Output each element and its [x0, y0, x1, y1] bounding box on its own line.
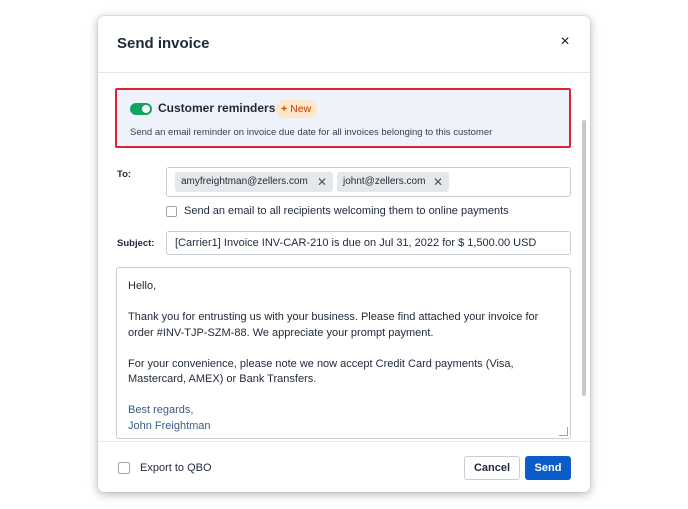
export-to-qbo-label: Export to QBO — [140, 462, 212, 474]
message-signoff: Best regards, John Freightman — [128, 403, 559, 434]
customer-reminders-title: Customer reminders — [158, 101, 276, 115]
recipient-chip: amyfreightman@zellers.com ✕ — [175, 172, 333, 192]
recipient-chip: johnt@zellers.com ✕ — [337, 172, 449, 192]
message-greeting: Hello, — [128, 280, 157, 292]
dialog-footer: Export to QBO Cancel Send — [98, 441, 590, 492]
sparkle-icon: + — [281, 103, 288, 115]
toggle-knob — [142, 105, 150, 113]
message-paragraph: Thank you for entrusting us with your bu… — [128, 311, 539, 339]
remove-recipient-icon[interactable]: ✕ — [433, 172, 443, 192]
subject-label: Subject: — [117, 238, 155, 249]
recipient-email: johnt@zellers.com — [343, 176, 426, 187]
to-label: To: — [117, 169, 132, 180]
to-recipients-field[interactable]: amyfreightman@zellers.com ✕ johnt@zeller… — [166, 167, 571, 197]
export-to-qbo-checkbox[interactable] — [118, 462, 130, 474]
customer-reminders-panel: Customer reminders + New Send an email re… — [115, 88, 571, 148]
resize-grip-icon[interactable] — [559, 427, 568, 436]
signoff-text: Best regards, — [128, 404, 194, 416]
send-button[interactable]: Send — [525, 456, 571, 480]
dialog-header: Send invoice × — [98, 16, 590, 73]
welcome-email-checkbox[interactable] — [166, 206, 177, 217]
new-badge-label: New — [290, 103, 312, 115]
subject-input[interactable]: [Carrier1] Invoice INV-CAR-210 is due on… — [166, 231, 571, 255]
customer-reminders-toggle[interactable] — [130, 103, 152, 115]
close-icon[interactable]: × — [555, 32, 575, 52]
new-badge: + New — [276, 100, 318, 118]
scrollbar-thumb[interactable] — [582, 120, 586, 396]
remove-recipient-icon[interactable]: ✕ — [317, 172, 327, 192]
cancel-button[interactable]: Cancel — [464, 456, 520, 480]
dialog-title: Send invoice — [117, 35, 210, 52]
recipient-email: amyfreightman@zellers.com — [181, 176, 308, 187]
message-textarea[interactable]: Hello, Thank you for entrusting us with … — [116, 267, 571, 439]
customer-reminders-description: Send an email reminder on invoice due da… — [130, 127, 493, 138]
message-paragraph: For your convenience, please note we now… — [128, 357, 514, 386]
signature-text: John Freightman — [128, 419, 211, 432]
welcome-email-label: Send an email to all recipients welcomin… — [184, 205, 509, 217]
send-invoice-dialog: Send invoice × Customer reminders + New S… — [98, 16, 590, 492]
